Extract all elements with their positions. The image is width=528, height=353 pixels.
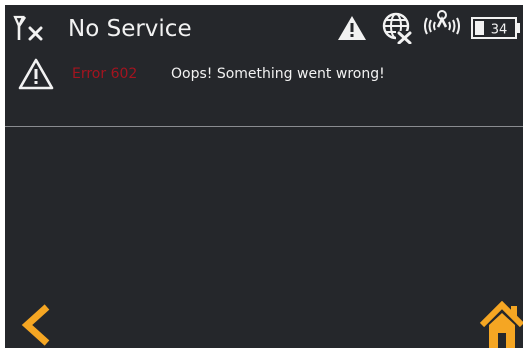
chevron-left-icon [21,304,50,346]
error-message: Oops! Something went wrong! [171,66,385,82]
home-button[interactable] [479,301,523,348]
battery-icon: 34 [471,17,520,39]
no-signal-icon [13,15,43,41]
globe-disabled-icon [382,12,412,44]
wifi-icon [424,10,460,35]
status-title: No Service [68,16,192,42]
back-button[interactable] [19,303,53,347]
error-code: Error 602 [72,66,138,82]
warning-icon [18,58,54,90]
device-screen: No Service 34 Error 602 Oops! Something … [5,5,523,348]
error-row: Error 602 Oops! Something went wrong! [5,49,523,127]
battery-level: 34 [491,23,508,38]
warning-icon [338,16,366,40]
status-bar: No Service 34 [5,5,523,49]
home-icon [479,301,523,348]
